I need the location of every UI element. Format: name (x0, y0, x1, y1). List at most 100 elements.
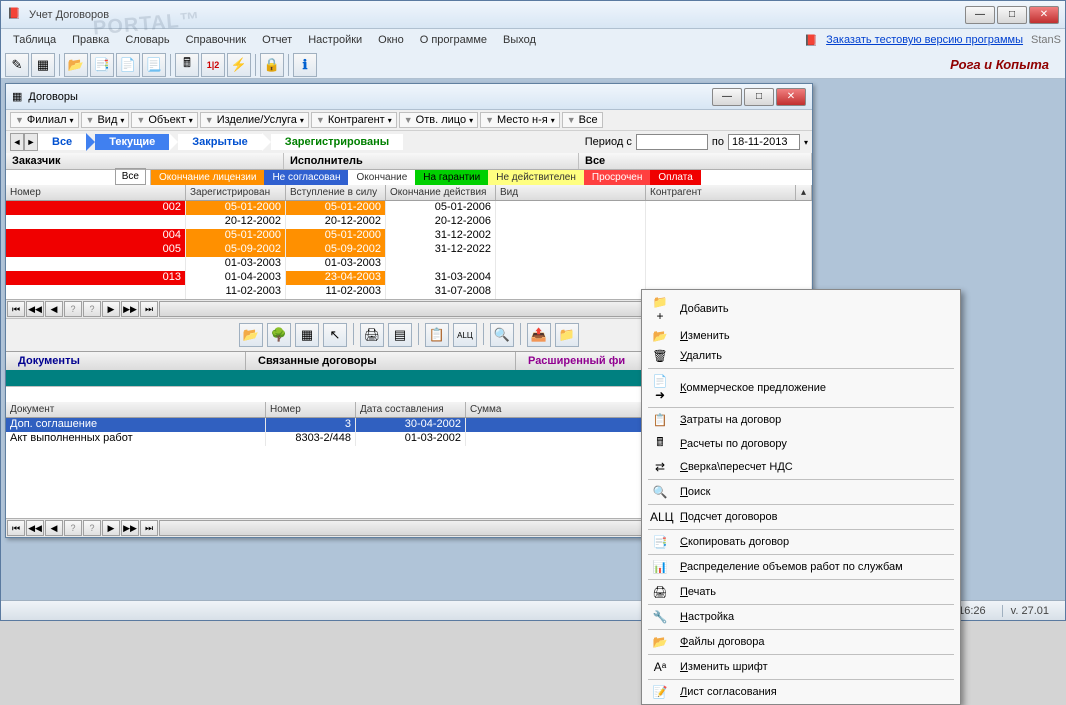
dcol-date[interactable]: Дата составления (356, 402, 466, 417)
context-menu-item[interactable]: 🖨Печать (644, 582, 958, 602)
menu-about[interactable]: О программе (412, 32, 495, 48)
legend-all-button[interactable]: Все (115, 168, 146, 185)
tool-info-icon[interactable]: ℹ (293, 53, 317, 77)
maximize-button[interactable]: □ (997, 6, 1027, 24)
table-row[interactable]: 00320-12-200220-12-200220-12-2006 (6, 215, 812, 229)
dnav-f1[interactable]: ? (64, 520, 82, 536)
tool-flash-icon[interactable]: ⚡ (227, 53, 251, 77)
context-menu-item[interactable]: 📁+Добавить (644, 292, 958, 326)
tool-doc-icon[interactable]: 📄 (116, 53, 140, 77)
filter-location[interactable]: ▼Место н-я▾ (480, 112, 560, 128)
period-to-input[interactable] (728, 134, 800, 150)
dnav-last[interactable]: ⏭ (140, 520, 158, 536)
tab-current[interactable]: Текущие (95, 134, 169, 150)
context-menu-item[interactable]: 📂Изменить (644, 326, 958, 346)
minimize-button[interactable]: — (965, 6, 995, 24)
table-row[interactable]: 00601-03-200301-03-2003 (6, 257, 812, 271)
mt-cursor-icon[interactable]: ↖ (323, 323, 347, 347)
dnav-first[interactable]: ⏮ (7, 520, 25, 536)
tool-112-icon[interactable]: 1|2 (201, 53, 225, 77)
tool-lock-icon[interactable]: 🔒 (260, 53, 284, 77)
legend-payment[interactable]: Оплата (650, 170, 700, 185)
menu-dict[interactable]: Словарь (117, 32, 177, 48)
legend-notagreed[interactable]: Не согласован (264, 170, 348, 185)
filter-object[interactable]: ▼Объект▾ (131, 112, 197, 128)
tab-registered[interactable]: Зарегистрированы (271, 134, 403, 150)
nav-last[interactable]: ⏭ (140, 301, 158, 317)
nav-filter2[interactable]: ? (83, 301, 101, 317)
tool-docs-icon[interactable]: 📑 (90, 53, 114, 77)
table-row[interactable]: 00505-09-200205-09-200231-12-2022 (6, 243, 812, 257)
menu-exit[interactable]: Выход (495, 32, 544, 48)
filter-product[interactable]: ▼Изделие/Услуга▾ (200, 112, 309, 128)
nav-prevpage[interactable]: ◀◀ (26, 301, 44, 317)
table-row[interactable]: 01301-04-200323-04-200331-03-2004 (6, 271, 812, 285)
tab-documents[interactable]: Документы (6, 352, 246, 370)
legend-license[interactable]: Окончание лицензии (151, 170, 264, 185)
grid-body[interactable]: 00205-01-200005-01-200005-01-200600320-1… (6, 201, 812, 299)
mt-folder-icon[interactable]: 📁 (555, 323, 579, 347)
legend-invalid[interactable]: Не действителен (488, 170, 584, 185)
menu-ref[interactable]: Справочник (178, 32, 255, 48)
filter-contragent[interactable]: ▼Контрагент▾ (311, 112, 397, 128)
filter-type[interactable]: ▼Вид▾ (81, 112, 130, 128)
dcol-num[interactable]: Номер (266, 402, 356, 417)
menu-table[interactable]: Таблица (5, 32, 64, 48)
filter-branch[interactable]: ▼Филиал▾ (10, 112, 79, 128)
col-effect[interactable]: Вступление в силу (286, 185, 386, 200)
dcol-doc[interactable]: Документ (6, 402, 266, 417)
menu-window[interactable]: Окно (370, 32, 412, 48)
child-maximize-button[interactable]: □ (744, 88, 774, 106)
dnav-nextpage[interactable]: ▶▶ (121, 520, 139, 536)
nav-next[interactable]: ▶ (102, 301, 120, 317)
scroll-up-icon[interactable]: ▴ (796, 185, 812, 200)
period-dropdown-icon[interactable]: ▾ (804, 138, 808, 147)
nav-filter1[interactable]: ? (64, 301, 82, 317)
tab-linked[interactable]: Связанные договоры (246, 352, 516, 370)
menu-report[interactable]: Отчет (254, 32, 300, 48)
context-menu-item[interactable]: 🖩Расчеты по договору (644, 430, 958, 457)
mt-open-icon[interactable]: 📂 (239, 323, 263, 347)
tool-mdoc-icon[interactable]: 📃 (142, 53, 166, 77)
context-menu-item[interactable]: 📑Скопировать договор (644, 532, 958, 552)
mt-copy-icon[interactable]: 📋 (425, 323, 449, 347)
menu-edit[interactable]: Правка (64, 32, 117, 48)
col-type[interactable]: Вид (496, 185, 646, 200)
legend-end[interactable]: Окончание (348, 170, 415, 185)
context-menu-item[interactable]: 🗑Удалить (644, 346, 958, 366)
mt-grid-icon[interactable]: ▦ (295, 323, 319, 347)
period-from-input[interactable] (636, 134, 708, 150)
legend-overdue[interactable]: Просрочен (584, 170, 651, 185)
menu-settings[interactable]: Настройки (300, 32, 370, 48)
tool-open-icon[interactable]: 📂 (64, 53, 88, 77)
child-close-button[interactable]: ✕ (776, 88, 806, 106)
dnav-f2[interactable]: ? (83, 520, 101, 536)
mt-export-icon[interactable]: 📤 (527, 323, 551, 347)
tab-all[interactable]: Все (38, 134, 86, 150)
order-link[interactable]: Заказать тестовую версию программы (826, 34, 1023, 46)
child-minimize-button[interactable]: — (712, 88, 742, 106)
nav-nextpage[interactable]: ▶▶ (121, 301, 139, 317)
context-menu-item[interactable]: 📂Файлы договора (644, 632, 958, 652)
col-contragent[interactable]: Контрагент (646, 185, 796, 200)
tool-cards-icon[interactable]: ▦ (31, 53, 55, 77)
mt-layout-icon[interactable]: ▤ (388, 323, 412, 347)
dnav-prevpage[interactable]: ◀◀ (26, 520, 44, 536)
context-menu-item[interactable]: 🔧Настройка (644, 607, 958, 627)
table-row[interactable]: 00405-01-200005-01-200031-12-2002 (6, 229, 812, 243)
col-reg[interactable]: Зарегистрирован (186, 185, 286, 200)
close-button[interactable]: ✕ (1029, 6, 1059, 24)
nav-prev[interactable]: ◀ (45, 301, 63, 317)
tab-prev[interactable]: ◄ (10, 133, 24, 151)
mt-tree-icon[interactable]: 🌳 (267, 323, 291, 347)
mt-search-icon[interactable]: 🔍 (490, 323, 514, 347)
mt-print-icon[interactable]: 🖨 (360, 323, 384, 347)
context-menu-item[interactable]: 📊Распределение объемов работ по службам (644, 557, 958, 577)
context-menu-item[interactable]: 📋Затраты на договор (644, 410, 958, 430)
context-menu-item[interactable]: AᵃИзменить шрифт (644, 657, 958, 677)
nav-first[interactable]: ⏮ (7, 301, 25, 317)
context-menu-item[interactable]: ALЦПодсчет договоров (644, 507, 958, 527)
filter-resp[interactable]: ▼Отв. лицо▾ (399, 112, 478, 128)
dnav-prev[interactable]: ◀ (45, 520, 63, 536)
tool-wand-icon[interactable]: ✎ (5, 53, 29, 77)
